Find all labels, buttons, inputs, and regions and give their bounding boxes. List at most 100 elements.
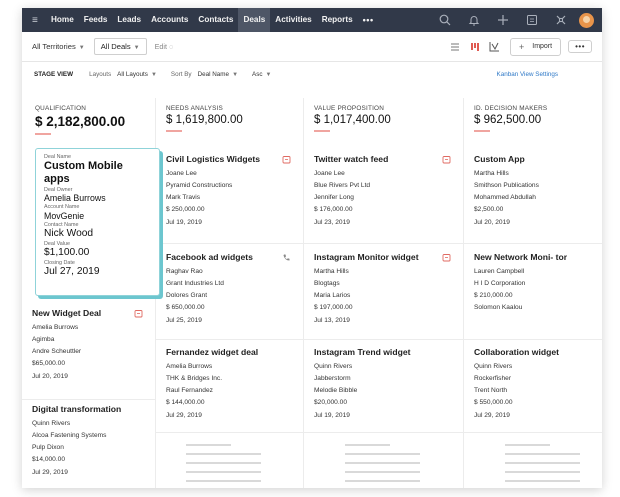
- stage-underline: [166, 130, 182, 132]
- deal-card[interactable]: Instagram Monitor widget Martha Hills Bl…: [304, 252, 463, 340]
- calendar-icon[interactable]: [442, 253, 451, 262]
- nav-item-accounts[interactable]: Accounts: [146, 8, 193, 32]
- stage-underline: [474, 130, 490, 132]
- more-actions-button[interactable]: •••: [568, 40, 592, 53]
- layouts-dropdown[interactable]: All Layouts ▼: [117, 71, 157, 78]
- deal-closing-date: Jul 29, 2019: [32, 468, 68, 476]
- kanban-view-icon[interactable]: [468, 40, 482, 54]
- deal-contact: Trent North: [474, 387, 508, 395]
- crm-window: ≡ Home Feeds Leads Accounts Contacts Dea…: [22, 8, 602, 488]
- deal-card[interactable]: Custom App Martha Hills Smithson Publica…: [464, 154, 602, 244]
- deal-owner: Amelia Burrows: [32, 323, 79, 331]
- deal-owner: Amelia Burrows: [44, 193, 106, 204]
- deal-account: Pyramid Constructions: [166, 181, 233, 189]
- deal-card[interactable]: Fernandez widget deal Amelia Burrows THK…: [156, 347, 303, 433]
- nav-item-deals[interactable]: Deals: [238, 8, 271, 32]
- nav-more-button[interactable]: •••: [358, 8, 379, 32]
- stage-total: $ 1,017,400.00: [314, 114, 391, 126]
- stage-header: QUALIFICATION $ 2,182,800.00: [22, 98, 155, 143]
- deal-account: Agimba: [32, 335, 55, 343]
- deal-card[interactable]: New Widget Deal Amelia Burrows Agimba An…: [22, 308, 155, 400]
- stage-column-id-decision-makers: ID. DECISION MAKERS $ 962,500.00 Custom …: [463, 98, 602, 488]
- stage-view-bar: STAGE VIEW Layouts All Layouts ▼ Sort By …: [22, 62, 602, 86]
- deal-value: $1,100.00: [44, 247, 90, 259]
- kanban-board: QUALIFICATION $ 2,182,800.00 New Widget …: [22, 98, 602, 488]
- deal-owner: Lauren Campbell: [474, 267, 525, 275]
- deal-owner: Joane Lee: [314, 169, 345, 177]
- calendar-icon[interactable]: [282, 155, 291, 164]
- list-view-icon[interactable]: [448, 40, 462, 54]
- deal-card[interactable]: Facebook ad widgets Raghav Rao Grant Ind…: [156, 252, 303, 340]
- deal-closing-date: Jul 20, 2019: [474, 218, 510, 226]
- deal-card[interactable]: Instagram Trend widget Quinn Rivers Jabb…: [304, 347, 463, 433]
- chevron-down-icon: ▼: [265, 71, 272, 78]
- deal-closing-date: Jul 29, 2019: [166, 411, 202, 419]
- edit-view-link[interactable]: Edit ◌: [155, 42, 174, 51]
- phone-icon[interactable]: [282, 253, 291, 262]
- deal-account: Blogtags: [314, 279, 340, 287]
- deal-name: Custom Mobile apps: [44, 160, 123, 186]
- deal-closing-date: Jul 25, 2019: [166, 316, 202, 324]
- bell-icon[interactable]: [464, 8, 484, 32]
- deal-owner: Raghav Rao: [166, 267, 203, 275]
- deal-owner: Quinn Rivers: [474, 362, 513, 370]
- chart-view-icon[interactable]: [488, 40, 502, 54]
- deal-title: Civil Logistics Widgets: [166, 154, 260, 164]
- search-icon[interactable]: [435, 8, 455, 32]
- settings-icon[interactable]: [551, 8, 571, 32]
- deal-contact: Raul Fernandez: [166, 387, 213, 395]
- plus-icon[interactable]: [493, 8, 513, 32]
- calendar-icon[interactable]: [522, 8, 542, 32]
- loading-placeholder: [345, 444, 435, 488]
- deal-title: Custom App: [474, 154, 525, 164]
- calendar-icon[interactable]: [134, 309, 143, 318]
- territory-dropdown[interactable]: All Territories ▼: [32, 42, 85, 51]
- deal-contact: Andre Scheuttler: [32, 348, 82, 356]
- stage-name: ID. DECISION MAKERS: [474, 105, 548, 112]
- deal-closing-date: Jul 29, 2019: [474, 411, 510, 419]
- stage-total: $ 1,619,800.00: [166, 114, 243, 126]
- plus-icon: +: [518, 41, 525, 52]
- stage-name: VALUE PROPOSITION: [314, 105, 385, 112]
- view-dropdown[interactable]: All Deals ▼: [93, 38, 147, 55]
- nav-item-home[interactable]: Home: [46, 8, 79, 32]
- stage-column-needs-analysis: NEEDS ANALYSIS $ 1,619,800.00 Civil Logi…: [155, 98, 303, 488]
- kanban-view-settings-link[interactable]: Kanban View Settings: [497, 71, 559, 78]
- user-avatar[interactable]: [579, 12, 594, 28]
- nav-item-reports[interactable]: Reports: [317, 8, 358, 32]
- stage-header: NEEDS ANALYSIS $ 1,619,800.00: [156, 98, 303, 143]
- deal-account: Alcoa Fastening Systems: [32, 431, 107, 439]
- deal-card[interactable]: Civil Logistics Widgets Joane Lee Pyrami…: [156, 154, 303, 244]
- deal-card[interactable]: Twitter watch feed Joane Lee Blue Rivers…: [304, 154, 463, 244]
- stage-total: $ 2,182,800.00: [35, 114, 126, 129]
- deal-card[interactable]: New Network Moni- tor Lauren Campbell H …: [464, 252, 602, 340]
- chevron-down-icon: ▼: [150, 71, 157, 78]
- deal-amount: $ 197,000.00: [314, 304, 353, 312]
- stage-underline: [35, 133, 51, 135]
- deal-contact: Mark Travis: [166, 194, 201, 202]
- sortby-dropdown[interactable]: Deal Name ▼: [198, 71, 238, 78]
- deal-account: Smithson Publications: [474, 181, 539, 189]
- deal-title: Fernandez widget deal: [166, 347, 259, 357]
- deal-card[interactable]: Digital transformation Quinn Rivers Alco…: [22, 404, 155, 488]
- stage-name: QUALIFICATION: [35, 105, 87, 112]
- hamburger-menu-icon[interactable]: ≡: [32, 15, 46, 26]
- nav-item-feeds[interactable]: Feeds: [79, 8, 113, 32]
- nav-item-contacts[interactable]: Contacts: [193, 8, 238, 32]
- deal-title: Instagram Monitor widget: [314, 252, 419, 262]
- stage-column-value-proposition: VALUE PROPOSITION $ 1,017,400.00 Twitter…: [303, 98, 463, 488]
- nav-item-activities[interactable]: Activities: [270, 8, 316, 32]
- deal-amount: $2,500.00: [474, 206, 504, 214]
- import-button[interactable]: + Import: [509, 37, 562, 56]
- expanded-deal-card[interactable]: Deal Name Custom Mobile apps Deal Owner …: [35, 148, 160, 296]
- deal-owner: Joane Lee: [166, 169, 197, 177]
- calendar-icon[interactable]: [442, 155, 451, 164]
- nav-item-leads[interactable]: Leads: [112, 8, 146, 32]
- deal-account: Jabberstorm: [314, 374, 351, 382]
- stage-underline: [314, 130, 330, 132]
- stage-header: VALUE PROPOSITION $ 1,017,400.00: [304, 98, 463, 143]
- deal-account: Blue Rivers Pvt Ltd: [314, 181, 371, 189]
- sort-order-dropdown[interactable]: Asc ▼: [252, 71, 271, 78]
- deal-card[interactable]: Collaboration widget Quinn Rivers Rocker…: [464, 347, 602, 433]
- nav-right-icons: [426, 8, 602, 32]
